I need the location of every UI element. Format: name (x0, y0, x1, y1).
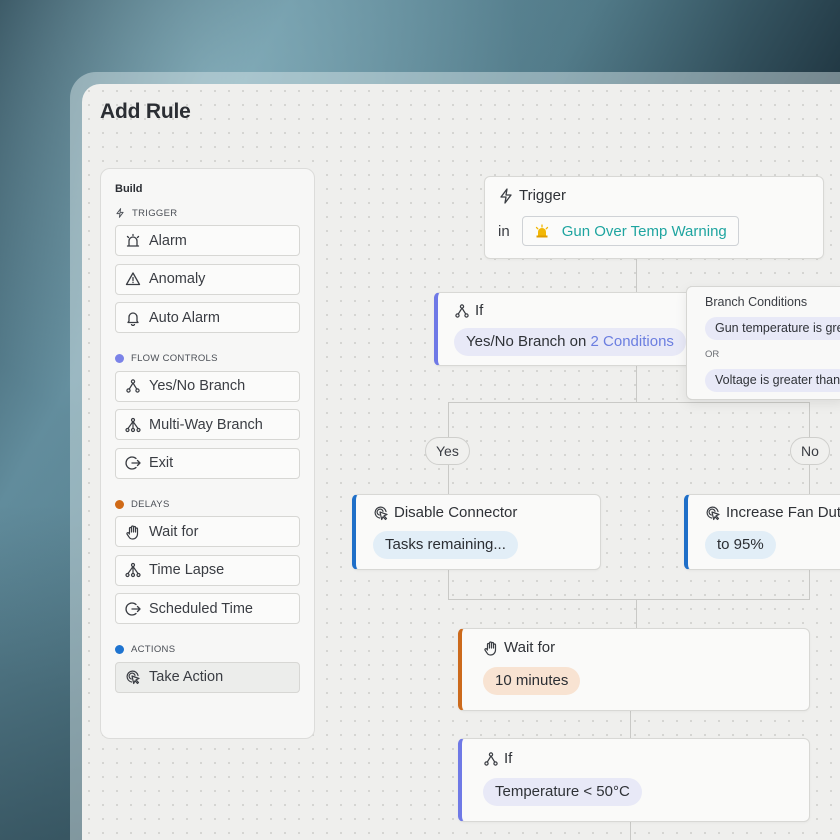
sidebar-heading: Build (115, 183, 143, 195)
sidebar-item-yes-no-branch[interactable]: Yes/No Branch (115, 370, 300, 402)
trigger-select-value: Gun Over Temp Warning (561, 222, 727, 240)
cursor-click-icon (373, 505, 389, 521)
multi-branch-icon (125, 417, 141, 433)
connector-line (630, 711, 631, 739)
branch-icon (125, 378, 141, 394)
action-value-pill[interactable]: Tasks remaining... (373, 531, 518, 559)
sidebar-item-label: Multi-Way Branch (149, 416, 263, 433)
connector-line (809, 570, 810, 600)
trigger-title-text: Trigger (519, 187, 566, 204)
conditions-link[interactable]: 2 Conditions (591, 333, 674, 350)
sidebar-item-exit[interactable]: Exit (115, 447, 300, 479)
trigger-prefix: in (498, 222, 510, 240)
page-title: Add Rule (100, 100, 191, 123)
action-title-text: Disable Connector (394, 504, 518, 521)
section-label: DELAYS (131, 498, 170, 510)
sidebar-item-label: Auto Alarm (149, 309, 220, 326)
or-label: OR (705, 349, 720, 360)
bell-icon (125, 310, 141, 326)
action-value-pill[interactable]: to 95% (705, 531, 776, 559)
exit-icon (125, 455, 141, 471)
popover-title: Branch Conditions (705, 295, 808, 309)
action-title-text: Increase Fan Duty (726, 504, 840, 521)
connector-line (448, 599, 810, 600)
connector-line (636, 366, 637, 402)
if-title: If (483, 750, 809, 767)
trigger-select[interactable]: Gun Over Temp Warning (521, 216, 739, 246)
sidebar-item-label: Take Action (149, 669, 224, 685)
action-title: Disable Connector (373, 504, 600, 521)
condition-chip[interactable]: Voltage is greater than (705, 369, 840, 392)
section-label: TRIGGER (132, 207, 178, 219)
flow-dot-icon (115, 354, 124, 363)
trigger-title: Trigger (498, 187, 823, 204)
section-label: ACTIONS (131, 644, 176, 655)
section-flow-controls: FLOW CONTROLS (115, 353, 300, 365)
delays-dot-icon (115, 499, 124, 509)
branch-icon (454, 303, 470, 319)
sidebar-item-auto-alarm[interactable]: Auto Alarm (115, 302, 300, 333)
rule-canvas[interactable]: Add Rule Build TRIGGER Alarm Anomaly Aut… (82, 84, 840, 840)
warning-triangle-icon (125, 271, 141, 287)
connector-line (630, 822, 631, 840)
wait-title-text: Wait for (504, 639, 556, 656)
sidebar-item-anomaly[interactable]: Anomaly (115, 263, 300, 295)
branch-icon (483, 751, 499, 767)
connector-line (448, 570, 449, 600)
if-branch-node[interactable]: If Yes/No Branch on 2 Conditions (434, 292, 692, 366)
sidebar-item-label: Yes/No Branch (149, 378, 246, 394)
actions-dot-icon (115, 645, 124, 654)
condition-chip[interactable]: Gun temperature is greater (705, 317, 840, 340)
branch-text: Yes/No Branch on (466, 333, 591, 350)
section-delays: DELAYS (115, 498, 300, 510)
action-title: Increase Fan Duty (705, 504, 840, 521)
connector-line (636, 259, 637, 293)
sidebar-item-take-action[interactable]: Take Action (115, 661, 300, 693)
if-title-text: If (475, 302, 484, 319)
cursor-click-icon (705, 505, 721, 521)
hand-icon (125, 524, 141, 540)
exit-icon (125, 601, 141, 617)
no-branch-label: No (790, 437, 830, 465)
sidebar-item-label: Time Lapse (149, 562, 225, 578)
warning-light-icon (534, 223, 550, 239)
sidebar-item-label: Exit (149, 455, 174, 471)
yes-branch-label: Yes (425, 437, 470, 465)
temperature-condition-pill[interactable]: Temperature < 50°C (483, 778, 642, 806)
wait-duration-pill[interactable]: 10 minutes (483, 667, 581, 695)
sidebar-item-scheduled-time[interactable]: Scheduled Time (115, 593, 300, 624)
if-title-text: If (504, 750, 513, 767)
sidebar-item-alarm[interactable]: Alarm (115, 225, 300, 256)
branch-condition-pill[interactable]: Yes/No Branch on 2 Conditions (454, 328, 686, 356)
increase-fan-duty-node[interactable]: Increase Fan Duty to 95% (684, 494, 840, 570)
connector-line (636, 599, 637, 629)
connector-line (448, 402, 810, 403)
bolt-icon (498, 187, 514, 204)
branch-conditions-popover: Branch Conditions Gun temperature is gre… (686, 286, 840, 400)
sidebar-item-multi-way-branch[interactable]: Multi-Way Branch (115, 409, 300, 440)
sidebar-item-label: Alarm (149, 232, 187, 249)
bolt-icon (115, 208, 125, 218)
sidebar-item-wait-for[interactable]: Wait for (115, 516, 300, 547)
sidebar-item-label: Anomaly (149, 271, 206, 287)
section-actions: ACTIONS (115, 644, 300, 656)
alarm-icon (125, 233, 141, 249)
section-trigger: TRIGGER (115, 207, 300, 219)
build-sidebar: Build TRIGGER Alarm Anomaly Auto Alarm F… (100, 168, 315, 739)
wait-for-node[interactable]: Wait for 10 minutes (458, 628, 810, 711)
hand-icon (483, 640, 499, 656)
wait-title: Wait for (483, 639, 809, 656)
sidebar-item-time-lapse[interactable]: Time Lapse (115, 554, 300, 586)
if-title: If (454, 302, 691, 319)
cursor-click-icon (125, 669, 141, 685)
trigger-node[interactable]: Trigger in Gun Over Temp Warning (484, 176, 824, 259)
disable-connector-node[interactable]: Disable Connector Tasks remaining... (352, 494, 601, 570)
app-window: Add Rule Build TRIGGER Alarm Anomaly Aut… (70, 72, 840, 840)
if-temperature-node[interactable]: If Temperature < 50°C (458, 738, 810, 822)
sidebar-item-label: Wait for (149, 523, 199, 540)
sidebar-item-label: Scheduled Time (149, 600, 253, 617)
multi-branch-icon (125, 562, 141, 578)
section-label: FLOW CONTROLS (131, 353, 218, 364)
